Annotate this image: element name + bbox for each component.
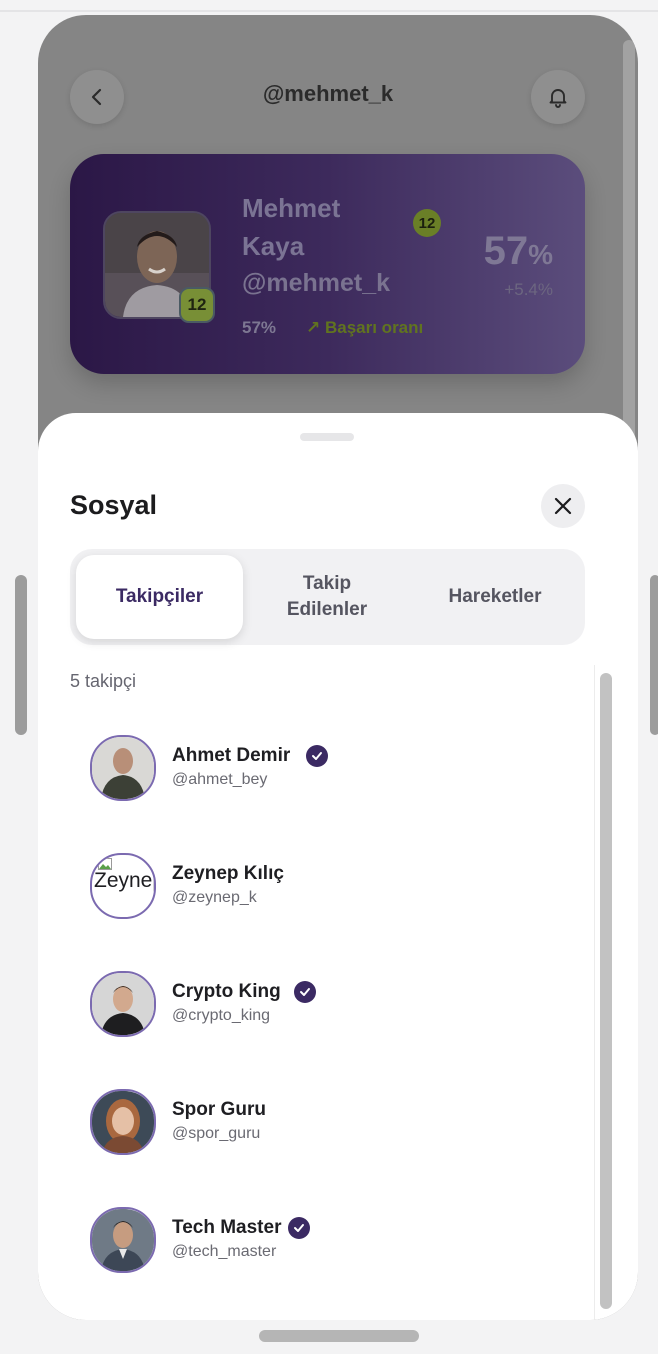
- notifications-button[interactable]: [531, 70, 585, 124]
- follower-count: 5 takipçi: [70, 671, 137, 691]
- follower-name: Zeynep Kılıç: [172, 863, 284, 884]
- profile-name: Mehmet Kaya: [242, 193, 341, 261]
- tab-following[interactable]: Takip Edilenler: [243, 555, 411, 639]
- follower-name: Spor Guru: [172, 1099, 266, 1120]
- home-indicator[interactable]: [259, 1330, 419, 1342]
- success-rate-label: ↗ Başarı oranı: [306, 318, 423, 338]
- close-icon: [554, 497, 572, 515]
- success-rate-label-text: Başarı oranı: [324, 318, 424, 337]
- verified-icon: [306, 745, 328, 767]
- avatar-alt-text: Zeynep: [94, 869, 154, 892]
- follower-name: Ahmet Demir: [172, 745, 291, 766]
- follower-handle: @tech_master: [172, 1243, 277, 1260]
- phone-screen: @mehmet_k 12 Mehmet Kaya 12 @mehmet_k 57…: [38, 15, 638, 1320]
- rate-change: +5.4%: [504, 280, 553, 299]
- verified-icon: [288, 1217, 310, 1239]
- avatar: [90, 1207, 156, 1273]
- avatar: Zeynep: [90, 853, 156, 919]
- follower-name: Crypto King: [172, 981, 281, 1002]
- success-rate-number: 57: [483, 229, 529, 273]
- follower-handle: @zeynep_k: [172, 889, 257, 906]
- social-sheet: Sosyal Takipçiler Takip Edilenler Hareke…: [38, 413, 638, 1320]
- list-divider: [594, 665, 595, 1320]
- profile-card: 12 Mehmet Kaya 12 @mehmet_k 57% ↗ Başarı…: [70, 154, 585, 374]
- close-button[interactable]: [541, 484, 585, 528]
- success-rate-unit: %: [528, 239, 553, 270]
- profile-handle: @mehmet_k: [242, 269, 391, 297]
- trend-up-icon: ↗: [306, 318, 321, 337]
- success-rate-value: 57%: [242, 318, 277, 337]
- follower-handle: @spor_guru: [172, 1125, 261, 1142]
- list-item[interactable]: Tech Master @tech_master: [90, 1207, 570, 1275]
- avatar: [90, 1089, 156, 1155]
- avatar: [90, 735, 156, 801]
- list-item[interactable]: Spor Guru @spor_guru: [90, 1089, 570, 1157]
- sheet-grabber[interactable]: [300, 433, 354, 441]
- level-badge-inline: 12: [413, 209, 441, 237]
- tab-bar: Takipçiler Takip Edilenler Hareketler: [70, 549, 585, 645]
- avatar: [90, 971, 156, 1037]
- list-item[interactable]: Ahmet Demir @ahmet_bey: [90, 735, 570, 803]
- tab-following-label: Takip Edilenler: [286, 573, 368, 620]
- tab-followers[interactable]: Takipçiler: [76, 555, 243, 639]
- list-scrollbar[interactable]: [600, 673, 612, 1309]
- verified-icon: [294, 981, 316, 1003]
- top-divider: [0, 10, 658, 12]
- sheet-title: Sosyal: [70, 490, 158, 520]
- window-scrollbar-left[interactable]: [15, 575, 27, 735]
- bell-icon: [549, 89, 567, 108]
- list-item[interactable]: Crypto King @crypto_king: [90, 971, 570, 1039]
- list-item[interactable]: Zeynep Zeynep Kılıç @zeynep_k: [90, 853, 570, 921]
- follower-handle: @ahmet_bey: [172, 771, 268, 788]
- follower-name: Tech Master: [172, 1217, 282, 1238]
- level-badge: 12: [179, 287, 215, 323]
- tab-activity[interactable]: Hareketler: [411, 555, 579, 639]
- follower-handle: @crypto_king: [172, 1007, 271, 1024]
- window-scrollbar-right[interactable]: [650, 575, 658, 735]
- success-rate-big: 57%: [484, 229, 553, 274]
